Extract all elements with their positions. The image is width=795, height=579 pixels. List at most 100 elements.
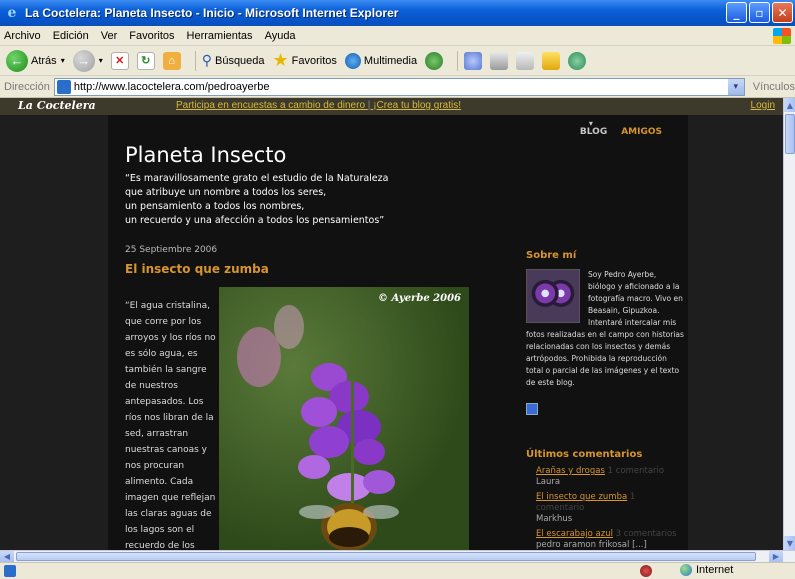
forward-dropdown-icon[interactable]: ▾ [99, 56, 103, 65]
nav-friends-link[interactable]: AMIGOS [621, 127, 662, 137]
maximize-button[interactable]: ▫ [749, 2, 770, 23]
comment-author: Markhus [536, 514, 573, 524]
vertical-scroll-thumb[interactable] [785, 114, 795, 154]
forward-button[interactable]: → ▾ [72, 49, 103, 72]
address-url: http://www.lacoctelera.com/pedroayerbe [73, 80, 270, 93]
comment-post-link[interactable]: El escarabajo azul [536, 529, 613, 539]
print-icon[interactable] [490, 51, 509, 70]
comment-count: 3 comentarios [615, 529, 677, 539]
tagline-line: “Es maravillosamente grato el estudio de… [125, 173, 389, 184]
edit-icon[interactable] [516, 51, 535, 70]
bee-on-flower-image [237, 305, 399, 550]
toolbar-separator [457, 50, 459, 71]
toolbar-separator [194, 50, 196, 71]
stop-icon: ✕ [110, 51, 129, 70]
menu-herramientas[interactable]: Herramientas [187, 30, 253, 42]
back-dropdown-icon[interactable]: ▾ [61, 56, 65, 65]
links-toolbar[interactable]: Vínculos [753, 81, 795, 93]
scroll-left-icon[interactable]: ◀ [0, 551, 14, 562]
window-titlebar: e La Coctelera: Planeta Insecto - Inicio… [0, 0, 795, 26]
address-dropdown-icon[interactable]: ▾ [727, 78, 744, 95]
home-button[interactable]: ⌂ [162, 51, 181, 70]
blog-page: BLOG AMIGOS Planeta Insecto “Es maravill… [108, 115, 688, 550]
feed-icon[interactable] [526, 403, 538, 415]
stop-button[interactable]: ✕ [110, 51, 129, 70]
promo-survey-link[interactable]: Participa en encuestas a cambio de diner… [176, 100, 365, 111]
blog-title[interactable]: Planeta Insecto [125, 143, 286, 167]
forward-arrow-icon: → [72, 49, 95, 72]
post-body: “El agua cristalina, que corre por los a… [125, 301, 216, 550]
page-icon [56, 79, 71, 94]
nav-blog-link[interactable]: BLOG [580, 119, 607, 137]
favorites-star-icon: ★ [272, 50, 289, 70]
comment-author: pedro aramon frikosal [...] [536, 540, 647, 550]
messenger-icon[interactable] [568, 51, 587, 70]
comment-count: 1 comentario [607, 466, 665, 476]
status-bar: Internet [0, 562, 795, 579]
menu-favoritos[interactable]: Favoritos [129, 30, 174, 42]
post-photo: © Ayerbe 2006 [219, 287, 469, 550]
mail-icon[interactable] [464, 51, 483, 70]
address-label: Dirección [4, 80, 50, 93]
folder-icon[interactable] [542, 51, 561, 70]
horizontal-scroll-thumb[interactable] [16, 552, 756, 561]
comment-post-link[interactable]: Arañas y drogas [536, 466, 605, 476]
security-zone-label: Internet [696, 564, 734, 576]
photo-credit: © Ayerbe 2006 [378, 293, 461, 304]
media-label: Multimedia [363, 54, 418, 67]
menu-edicion[interactable]: Edición [53, 30, 89, 42]
address-bar: Dirección http://www.lacoctelera.com/ped… [0, 76, 795, 98]
back-button[interactable]: ← Atrás ▾ [6, 49, 65, 72]
search-button[interactable]: ⚲ Búsqueda [202, 52, 265, 69]
blog-tagline: “Es maravillosamente grato el estudio de… [125, 172, 388, 228]
page-status-icon [4, 565, 16, 577]
privacy-icon[interactable] [640, 565, 652, 577]
menu-ayuda[interactable]: Ayuda [265, 30, 296, 42]
windows-logo-icon [773, 28, 791, 44]
menu-ver[interactable]: Ver [101, 30, 118, 42]
comment-item: El insecto que zumba 1 comentario Markhu… [536, 492, 686, 525]
login-link[interactable]: Login [751, 100, 775, 111]
favorites-button[interactable]: ★ Favoritos [273, 50, 337, 71]
latest-comments-heading: Últimos comentarios [526, 449, 643, 460]
menu-bar: Archivo Edición Ver Favoritos Herramient… [0, 26, 795, 46]
refresh-icon: ↻ [136, 51, 155, 70]
back-arrow-icon: ← [6, 49, 28, 72]
menu-archivo[interactable]: Archivo [4, 30, 41, 42]
author-avatar[interactable] [526, 269, 580, 323]
promo-create-blog-link[interactable]: ¡Crea tu blog gratis! [373, 100, 461, 111]
ie-logo-icon: e [7, 5, 17, 21]
sidebar: Sobre mí Soy Pedro Ayerbe, biólogo y afi… [526, 250, 686, 550]
search-icon: ⚲ [201, 52, 212, 68]
minimize-button[interactable]: _ [726, 2, 747, 23]
promo-link: Participa en encuestas a cambio de diner… [176, 100, 462, 111]
site-brand-logo[interactable]: La Coctelera [18, 99, 96, 112]
search-label: Búsqueda [214, 54, 265, 67]
address-input[interactable]: http://www.lacoctelera.com/pedroayerbe ▾ [53, 77, 745, 96]
site-navbar: La Coctelera Participa en encuestas a ca… [0, 98, 783, 115]
back-label: Atrás [31, 54, 57, 67]
scroll-up-icon[interactable]: ▲ [784, 98, 795, 112]
close-button[interactable]: ✕ [772, 2, 793, 23]
vertical-scrollbar[interactable]: ▲ ▼ [783, 98, 795, 550]
browser-viewport: La Coctelera Participa en encuestas a ca… [0, 98, 783, 550]
tagline-line: que atribuye un nombre a todos los seres… [125, 187, 327, 198]
window-title: La Coctelera: Planeta Insecto - Inicio -… [25, 6, 399, 20]
tagline-line: un pensamiento a todos los nombres, [125, 201, 305, 212]
scroll-down-icon[interactable]: ▼ [784, 536, 795, 550]
history-icon[interactable] [425, 51, 444, 70]
post-title[interactable]: El insecto que zumba [125, 262, 269, 276]
security-zone: Internet [680, 564, 733, 576]
comment-author: Laura [536, 477, 561, 487]
post-date: 25 Septiembre 2006 [125, 245, 218, 255]
refresh-button[interactable]: ↻ [136, 51, 155, 70]
horizontal-scrollbar[interactable]: ◀ ▶ [0, 550, 795, 562]
home-icon: ⌂ [162, 51, 181, 70]
blog-top-nav: BLOG AMIGOS [580, 119, 662, 137]
toolbar: ← Atrás ▾ → ▾ ✕ ↻ ⌂ ⚲ Búsqueda ★ Favorit… [0, 46, 795, 76]
scroll-right-icon[interactable]: ▶ [769, 551, 783, 562]
comment-post-link[interactable]: El insecto que zumba [536, 492, 627, 502]
comment-item: Arañas y drogas 1 comentario Laura [536, 466, 686, 488]
media-button[interactable]: Multimedia [344, 52, 418, 69]
comment-item: El escarabajo azul 3 comentarios pedro a… [536, 529, 686, 550]
